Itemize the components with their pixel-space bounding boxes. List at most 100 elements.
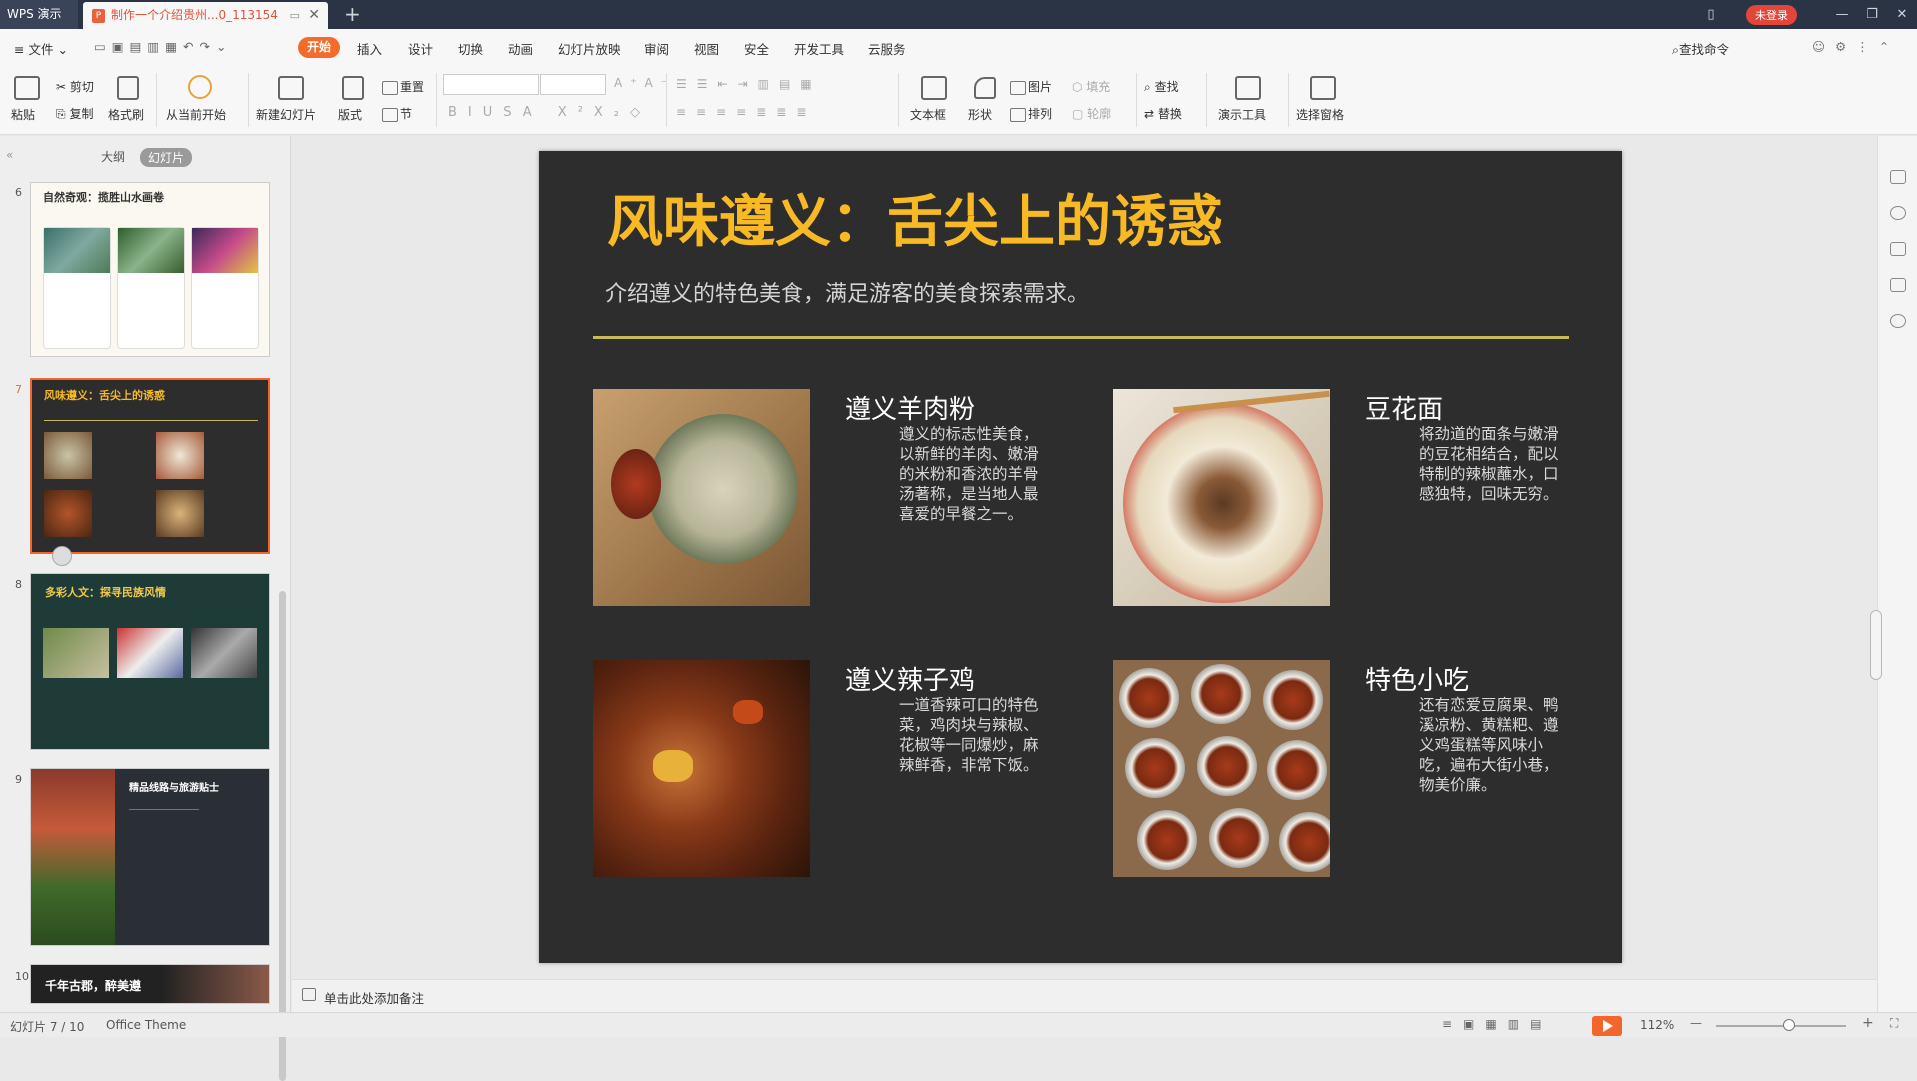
zoom-slider-handle[interactable] (1783, 1019, 1795, 1031)
fit-window-icon[interactable]: ⛶ (1890, 1016, 1898, 1031)
shape-button[interactable]: 形状 (968, 106, 992, 123)
tab-security[interactable]: 安全 (744, 39, 769, 58)
selection-pane-icon[interactable] (1310, 76, 1336, 100)
from-current-button[interactable]: 从当前开始 (166, 106, 226, 123)
slide-subtitle[interactable]: 介绍遵义的特色美食，满足游客的美食探索需求。 (605, 276, 1089, 308)
food-title-1[interactable]: 遵义羊肉粉 (845, 389, 975, 426)
font-name-select[interactable] (443, 74, 539, 95)
document-tab[interactable]: P 制作一个介绍贵州...0_113154 ▭ ✕ (83, 2, 328, 29)
reset-button[interactable]: 重置 (382, 78, 424, 95)
slideshow-play-button[interactable] (1592, 1016, 1622, 1036)
fill-button[interactable]: ⬡ 填充 (1072, 78, 1110, 95)
notes-pane[interactable]: 单击此处添加备注 (292, 979, 1877, 1012)
align-icons[interactable]: ≡≡≡≡≣≣≣ (676, 105, 816, 119)
format-painter-button[interactable]: 格式刷 (108, 106, 144, 123)
tab-animation[interactable]: 动画 (508, 39, 533, 58)
presentation-tools-button[interactable]: 演示工具 (1218, 106, 1266, 123)
login-button[interactable]: 未登录 (1746, 4, 1797, 25)
play-from-current-icon[interactable] (188, 75, 212, 99)
pin-icon[interactable]: ▭ (290, 2, 300, 29)
copy-button[interactable]: ⎘ 复制 (56, 105, 93, 122)
tab-insert[interactable]: 插入 (357, 39, 382, 58)
tab-developer[interactable]: 开发工具 (794, 39, 844, 58)
list-format-icons[interactable]: ☰☰⇤⇥▥▤▦ (676, 77, 822, 91)
food-desc-4[interactable]: 还有恋爱豆腐果、鸭溪凉粉、黄糕粑、遵义鸡蛋糕等风味小吃，遍布大街小巷，物美价廉。 (1419, 695, 1569, 795)
font-size-select[interactable] (540, 74, 606, 95)
share-icon[interactable] (1890, 206, 1906, 220)
slide-scrollbar[interactable] (1870, 610, 1882, 680)
slide-thumbnail-9[interactable]: 精品线路与旅游贴士 (30, 768, 270, 946)
selection-pane-button[interactable]: 选择窗格 (1296, 106, 1344, 123)
food-desc-1[interactable]: 遵义的标志性美食，以新鲜的羊肉、嫩滑的米粉和香浓的羊骨汤著称，是当地人最喜爱的早… (899, 424, 1049, 524)
current-slide[interactable]: 风味遵义：舌尖上的诱惑 介绍遵义的特色美食，满足游客的美食探索需求。 遵义羊肉粉… (539, 151, 1622, 963)
zoom-slider[interactable] (1716, 1025, 1846, 1027)
app-tab[interactable]: WPS 演示 (0, 0, 78, 29)
picture-button[interactable]: 图片 (1010, 78, 1052, 95)
close-tab-icon[interactable]: ✕ (308, 2, 320, 29)
pin-icon[interactable] (1890, 242, 1906, 256)
tab-slideshow[interactable]: 幻灯片放映 (558, 39, 621, 58)
new-slide-icon[interactable] (278, 76, 304, 100)
zoom-in-icon[interactable]: + (1862, 1015, 1874, 1031)
slide-title[interactable]: 风味遵义：舌尖上的诱惑 (607, 177, 1223, 258)
settings-icons[interactable]: ☺⚙⋮⌃ (1812, 39, 1899, 54)
notes-placeholder[interactable]: 单击此处添加备注 (324, 988, 424, 1007)
layout-button[interactable]: 版式 (338, 106, 362, 123)
minimize-icon[interactable]: — (1827, 7, 1857, 22)
restore-icon[interactable]: ❐ (1857, 7, 1887, 22)
window-mode-icon[interactable]: ▯ (1696, 7, 1726, 22)
tab-slides[interactable]: 幻灯片 (140, 148, 193, 167)
tab-design[interactable]: 设计 (408, 39, 433, 58)
text-box-icon[interactable] (921, 76, 947, 100)
text-format-icons[interactable]: BIUSA X²X₂◇ (448, 105, 651, 120)
find-button[interactable]: ⌕ 查找 (1144, 78, 1179, 95)
spicy-chicken-image[interactable] (593, 660, 810, 877)
food-title-2[interactable]: 豆花面 (1365, 389, 1443, 426)
shape-icon[interactable] (974, 77, 996, 99)
file-menu[interactable]: ≡ 文件 ⌄ (14, 39, 68, 58)
food-desc-2[interactable]: 将劲道的面条与嫩滑的豆花相结合，配以特制的辣椒蘸水，口感独特，回味无穷。 (1419, 424, 1569, 504)
cut-button[interactable]: ✂ 剪切 (56, 78, 94, 95)
tofu-noodle-image[interactable] (1113, 389, 1330, 606)
paste-button[interactable]: 粘贴 (11, 106, 35, 123)
mutton-noodle-image[interactable] (593, 389, 810, 606)
tab-review[interactable]: 审阅 (644, 39, 669, 58)
play-thumbnail-icon[interactable] (52, 546, 72, 566)
outline-button[interactable]: ▢ 轮廓 (1072, 105, 1111, 122)
panel-scrollbar[interactable] (279, 591, 286, 1081)
text-box-button[interactable]: 文本框 (910, 106, 946, 123)
food-desc-3[interactable]: 一道香辣可口的特色菜，鸡肉块与辣椒、花椒等一同爆炒，麻辣鲜香，非常下饭。 (899, 695, 1049, 775)
search-command[interactable]: ⌕查找命令 (1672, 39, 1729, 58)
search-icon: ⌕ (1672, 42, 1680, 57)
presentation-tools-icon[interactable] (1235, 76, 1261, 100)
replace-button[interactable]: ⇄ 替换 (1144, 105, 1182, 122)
history-icon[interactable] (1890, 314, 1906, 328)
new-tab-button[interactable]: + (344, 0, 361, 29)
slide-thumbnail-10[interactable]: 千年古郡，醉美遵 (30, 964, 270, 1004)
tab-transition[interactable]: 切换 (458, 39, 483, 58)
collapse-panel-icon[interactable]: « (6, 148, 13, 162)
tab-outline[interactable]: 大纲 (101, 148, 125, 165)
slide-thumbnail-6[interactable]: 自然奇观：揽胜山水画卷 (30, 182, 270, 357)
snacks-image[interactable] (1113, 660, 1330, 877)
zoom-out-icon[interactable]: — (1690, 1016, 1702, 1030)
food-title-3[interactable]: 遵义辣子鸡 (845, 660, 975, 697)
zoom-level[interactable]: 112% (1640, 1018, 1674, 1032)
tab-start[interactable]: 开始 (298, 37, 340, 58)
slide-thumbnail-8[interactable]: 多彩人文：探寻民族风情 (30, 573, 270, 750)
tab-cloud[interactable]: 云服务 (868, 39, 906, 58)
food-title-4[interactable]: 特色小吃 (1365, 660, 1469, 697)
quick-access-icons[interactable]: ▭▣▤▥▦↶↷⌄ (94, 39, 232, 54)
paste-icon[interactable] (14, 76, 40, 100)
new-slide-button[interactable]: 新建幻灯片 (256, 106, 316, 123)
section-button[interactable]: 节 (382, 105, 412, 122)
layout-icon[interactable] (342, 76, 364, 100)
arrange-button[interactable]: 排列 (1010, 105, 1052, 122)
object-properties-icon[interactable] (1890, 170, 1906, 184)
settings-sliders-icon[interactable] (1890, 278, 1906, 292)
close-window-icon[interactable]: ✕ (1887, 7, 1917, 22)
format-painter-icon[interactable] (117, 76, 139, 100)
tab-view[interactable]: 视图 (694, 39, 719, 58)
view-mode-icons[interactable]: ≡▣▦▥▤ (1442, 1017, 1552, 1031)
slide-thumbnail-7[interactable]: 风味遵义：舌尖上的诱惑 (30, 378, 270, 554)
